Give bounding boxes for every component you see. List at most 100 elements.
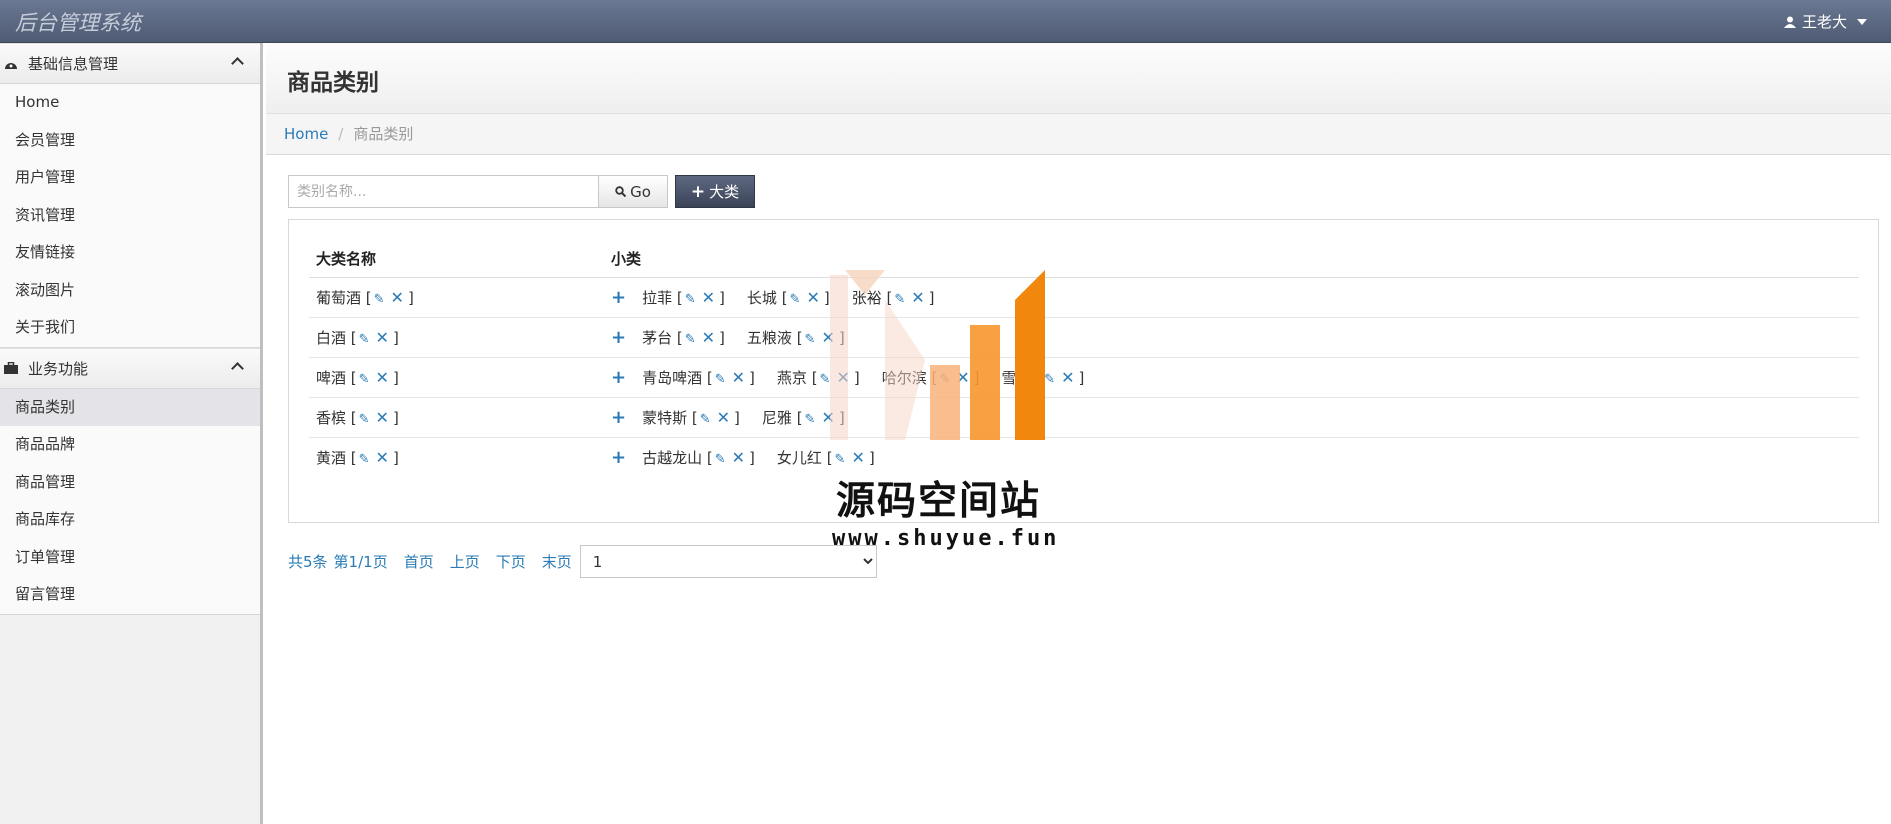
delete-icon[interactable]: ✕: [376, 328, 389, 347]
user-menu[interactable]: 王老大: [1783, 11, 1867, 32]
subcategory-item: 五粮液 [✎ ✕]: [746, 327, 845, 347]
edit-icon[interactable]: ✎: [700, 412, 711, 427]
add-category-button[interactable]: + 大类: [675, 175, 755, 208]
sidebar-item-stock[interactable]: 商品库存: [0, 501, 260, 539]
go-button[interactable]: Go: [599, 175, 668, 208]
delete-icon[interactable]: ✕: [717, 408, 730, 427]
edit-icon[interactable]: ✎: [715, 372, 726, 387]
pager-page-info: 第1/1页: [333, 553, 388, 571]
delete-icon[interactable]: ✕: [911, 288, 924, 307]
sidebar-item-members[interactable]: 会员管理: [0, 121, 260, 159]
pager-next[interactable]: 下页: [496, 551, 526, 572]
edit-icon[interactable]: ✎: [685, 292, 696, 307]
delete-icon[interactable]: ✕: [732, 368, 745, 387]
search-icon: [615, 186, 627, 197]
category-table: 大类名称 小类 葡萄酒 [✎ ✕] + 拉菲 [✎ ✕] 长城 [✎ ✕] 张裕 [✎ ✕] 白酒…: [309, 240, 1859, 477]
page-title: 商品类别: [287, 70, 379, 96]
add-subcategory-icon[interactable]: +: [611, 287, 626, 308]
delete-icon[interactable]: ✕: [821, 408, 834, 427]
category-name: 白酒: [316, 328, 347, 347]
pager-prev[interactable]: 上页: [450, 551, 480, 572]
table-row: 香槟 [✎ ✕] + 蒙特斯 [✎ ✕] 尼雅 [✎ ✕]: [309, 397, 1859, 438]
subcategory-name: 五粮液: [746, 328, 792, 347]
subcategory-name: 女儿红: [776, 448, 822, 467]
sidebar-section-basic[interactable]: 基础信息管理: [0, 43, 260, 84]
edit-icon[interactable]: ✎: [359, 332, 370, 347]
sidebar-item-about[interactable]: 关于我们: [0, 309, 260, 347]
delete-icon[interactable]: ✕: [376, 408, 389, 427]
delete-icon[interactable]: ✕: [956, 368, 969, 387]
chevron-up-icon[interactable]: [231, 361, 244, 375]
edit-icon[interactable]: ✎: [894, 292, 905, 307]
sidebar-item-categories[interactable]: 商品类别: [0, 388, 260, 426]
add-subcategory-icon[interactable]: +: [611, 447, 626, 468]
edit-icon[interactable]: ✎: [359, 412, 370, 427]
edit-icon[interactable]: ✎: [685, 332, 696, 347]
search-bar: Go + 大类: [288, 175, 755, 208]
delete-icon[interactable]: ✕: [702, 328, 715, 347]
delete-icon[interactable]: ✕: [732, 448, 745, 467]
edit-icon[interactable]: ✎: [1044, 372, 1055, 387]
category-cell: 啤酒 [✎ ✕]: [309, 357, 604, 398]
edit-icon[interactable]: ✎: [805, 412, 816, 427]
edit-icon[interactable]: ✎: [835, 452, 846, 467]
sidebar-item-home[interactable]: Home: [0, 84, 260, 122]
table-header-row: 大类名称 小类: [309, 240, 1859, 278]
subcategory-cell: + 蒙特斯 [✎ ✕] 尼雅 [✎ ✕]: [604, 397, 1859, 438]
sidebar-item-orders[interactable]: 订单管理: [0, 538, 260, 576]
subcategory-name: 青岛啤酒: [642, 368, 703, 387]
add-subcategory-icon[interactable]: +: [611, 367, 626, 388]
breadcrumb-home[interactable]: Home: [284, 125, 328, 143]
edit-icon[interactable]: ✎: [374, 292, 385, 307]
delete-icon[interactable]: ✕: [376, 448, 389, 467]
subcategory-name: 蒙特斯: [642, 408, 688, 427]
sidebar-item-links[interactable]: 友情链接: [0, 234, 260, 272]
subcategory-name: 古越龙山: [642, 448, 703, 467]
pager-first[interactable]: 首页: [404, 551, 434, 572]
edit-icon[interactable]: ✎: [359, 452, 370, 467]
delete-icon[interactable]: ✕: [821, 328, 834, 347]
column-header-subcategory: 小类: [604, 240, 1859, 278]
delete-icon[interactable]: ✕: [1061, 368, 1074, 387]
edit-icon[interactable]: ✎: [805, 332, 816, 347]
edit-icon[interactable]: ✎: [715, 452, 726, 467]
sidebar-section-business[interactable]: 业务功能: [0, 347, 260, 389]
sidebar-item-brands[interactable]: 商品品牌: [0, 426, 260, 464]
subcategory-item: 古越龙山 [✎ ✕]: [642, 447, 755, 467]
dashboard-icon: [5, 62, 17, 69]
add-subcategory-icon[interactable]: +: [611, 407, 626, 428]
sidebar-item-users[interactable]: 用户管理: [0, 159, 260, 197]
sidebar-item-news[interactable]: 资讯管理: [0, 196, 260, 234]
category-name: 黄酒: [316, 448, 347, 467]
sidebar-item-messages[interactable]: 留言管理: [0, 576, 260, 614]
table-row: 白酒 [✎ ✕] + 茅台 [✎ ✕] 五粮液 [✎ ✕]: [309, 317, 1859, 358]
edit-icon[interactable]: ✎: [790, 292, 801, 307]
edit-icon[interactable]: ✎: [359, 372, 370, 387]
pagination: 共5条 第1/1页 首页 上页 下页 末页 1: [288, 545, 877, 578]
page-header: [266, 43, 1891, 114]
category-cell: 黄酒 [✎ ✕]: [316, 447, 399, 467]
subcategory-name: 燕京: [776, 368, 807, 387]
app-title: 后台管理系统: [15, 11, 141, 35]
sidebar-item-banners[interactable]: 滚动图片: [0, 271, 260, 309]
sidebar-item-products[interactable]: 商品管理: [0, 463, 260, 501]
add-subcategory-icon[interactable]: +: [611, 327, 626, 348]
edit-icon[interactable]: ✎: [939, 372, 950, 387]
edit-icon[interactable]: ✎: [820, 372, 831, 387]
search-input[interactable]: [288, 175, 599, 208]
category-name: 啤酒: [316, 368, 347, 387]
subcategory-item: 女儿红 [✎ ✕]: [776, 447, 875, 467]
delete-icon[interactable]: ✕: [391, 288, 404, 307]
sidebar-section-title: 基础信息管理: [28, 55, 119, 73]
delete-icon[interactable]: ✕: [836, 368, 849, 387]
delete-icon[interactable]: ✕: [702, 288, 715, 307]
pager-last[interactable]: 末页: [542, 551, 572, 572]
delete-icon[interactable]: ✕: [376, 368, 389, 387]
delete-icon[interactable]: ✕: [851, 448, 864, 467]
chevron-up-icon[interactable]: [231, 57, 244, 70]
delete-icon[interactable]: ✕: [806, 288, 819, 307]
subcategory-cell: + 古越龙山 [✎ ✕] 女儿红 [✎ ✕]: [604, 437, 1859, 477]
column-header-category: 大类名称: [309, 240, 604, 278]
watermark-url: www.shuyue.fun: [832, 526, 1060, 551]
subcategory-item: 拉菲 [✎ ✕]: [642, 287, 725, 307]
